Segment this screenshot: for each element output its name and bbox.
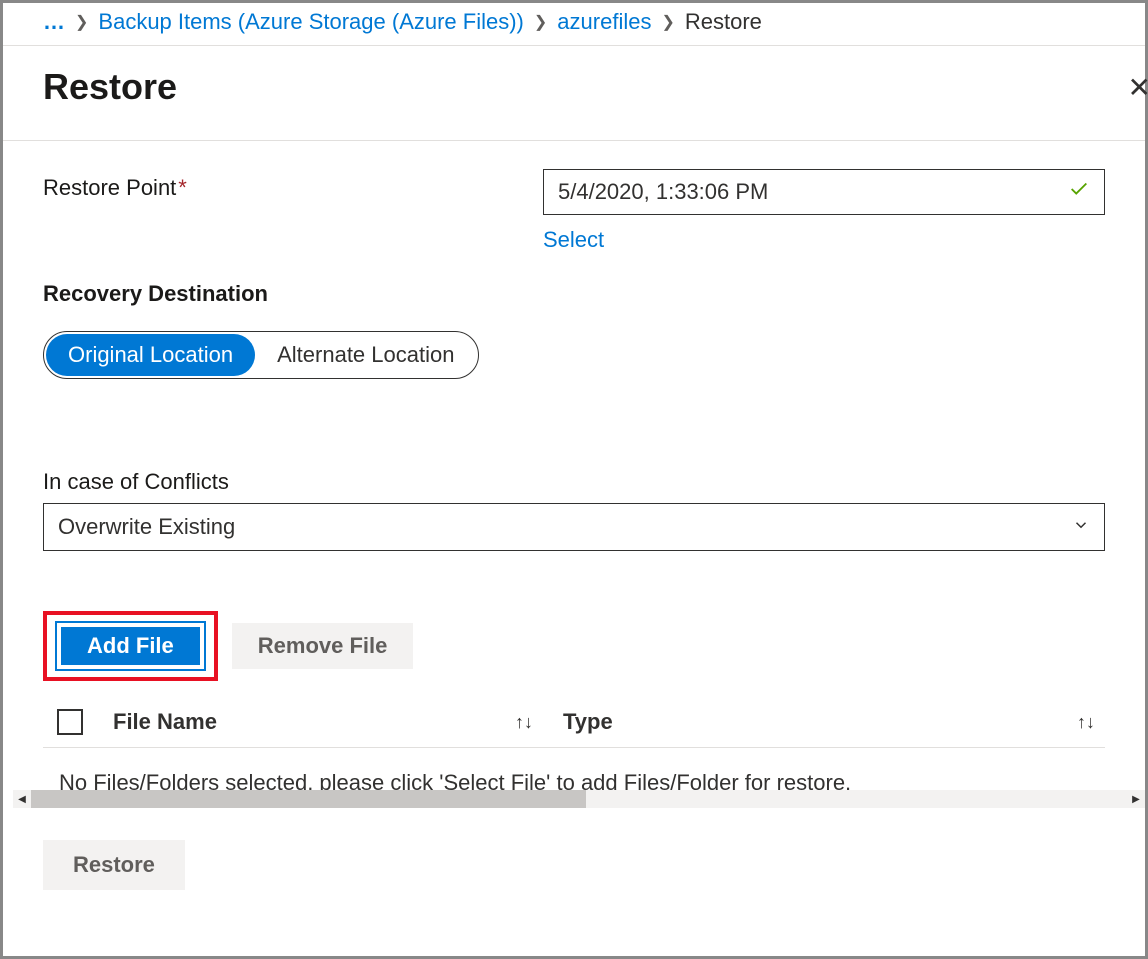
panel-header: Restore ✕ <box>3 46 1145 141</box>
sort-icon[interactable]: ↑↓ <box>515 712 533 733</box>
sort-icon[interactable]: ↑↓ <box>1077 712 1095 733</box>
add-file-highlight: Add File <box>43 611 218 681</box>
scroll-left-arrow[interactable]: ◀ <box>13 790 31 808</box>
restore-point-input[interactable]: 5/4/2020, 1:33:06 PM <box>543 169 1105 215</box>
close-icon[interactable]: ✕ <box>1128 71 1148 104</box>
col-file-name[interactable]: File Name <box>113 709 217 735</box>
conflicts-value: Overwrite Existing <box>58 514 235 540</box>
col-type[interactable]: Type <box>563 709 613 735</box>
recovery-destination-toggle: Original Location Alternate Location <box>43 331 479 379</box>
checkmark-icon <box>1068 178 1090 206</box>
conflicts-dropdown[interactable]: Overwrite Existing <box>43 503 1105 551</box>
toggle-alternate-location[interactable]: Alternate Location <box>255 334 476 376</box>
select-all-checkbox[interactable] <box>57 709 83 735</box>
breadcrumb-backup-items[interactable]: Backup Items (Azure Storage (Azure Files… <box>98 9 523 35</box>
breadcrumb-azurefiles[interactable]: azurefiles <box>557 9 651 35</box>
file-table-header: File Name ↑↓ Type ↑↓ <box>43 709 1105 748</box>
chevron-right-icon: ❯ <box>534 12 547 32</box>
chevron-down-icon <box>1072 516 1090 539</box>
restore-point-value: 5/4/2020, 1:33:06 PM <box>558 179 768 205</box>
chevron-right-icon: ❯ <box>75 12 88 32</box>
restore-button[interactable]: Restore <box>43 840 185 890</box>
breadcrumb-ellipsis[interactable]: … <box>43 9 65 35</box>
page-title: Restore <box>43 66 177 108</box>
remove-file-button[interactable]: Remove File <box>232 623 414 669</box>
conflicts-label: In case of Conflicts <box>43 469 1105 495</box>
breadcrumb-restore: Restore <box>685 9 762 35</box>
scroll-right-arrow[interactable]: ▶ <box>1127 790 1145 808</box>
required-asterisk: * <box>178 175 187 200</box>
empty-message: No Files/Folders selected, please click … <box>59 770 1105 790</box>
breadcrumb: … ❯ Backup Items (Azure Storage (Azure F… <box>3 3 1145 46</box>
add-file-button[interactable]: Add File <box>57 623 204 669</box>
restore-point-label: Restore Point* <box>43 169 543 201</box>
toggle-original-location[interactable]: Original Location <box>46 334 255 376</box>
select-restore-point-link[interactable]: Select <box>543 227 604 253</box>
chevron-right-icon: ❯ <box>661 12 674 32</box>
recovery-destination-heading: Recovery Destination <box>43 281 1105 307</box>
horizontal-scrollbar[interactable]: ◀ ▶ <box>13 790 1145 808</box>
scrollbar-thumb[interactable] <box>31 790 586 808</box>
